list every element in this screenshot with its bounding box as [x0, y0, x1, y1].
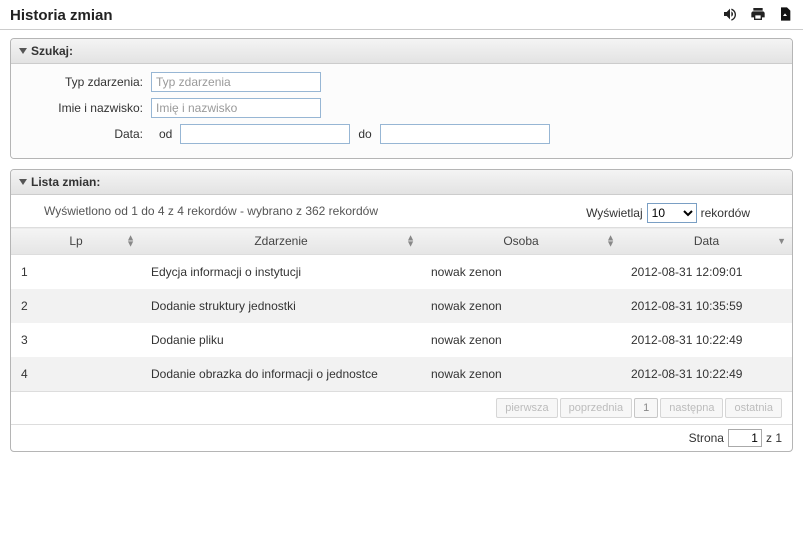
cell-date: 2012-08-31 10:35:59 — [621, 289, 792, 323]
event-type-label: Typ zdarzenia: — [21, 75, 151, 89]
table-row: 3Dodanie plikunowak zenon2012-08-31 10:2… — [11, 323, 792, 357]
date-to-label: do — [350, 127, 379, 141]
collapse-icon — [19, 179, 27, 185]
date-from-input[interactable] — [180, 124, 350, 144]
cell-event: Dodanie struktury jednostki — [141, 289, 421, 323]
cell-lp: 3 — [11, 323, 141, 357]
col-person[interactable]: Osoba ▲▼ — [421, 228, 621, 255]
cell-person: nowak zenon — [421, 323, 621, 357]
list-panel-title: Lista zmian: — [31, 175, 100, 189]
cell-person: nowak zenon — [421, 357, 621, 391]
cell-person: nowak zenon — [421, 289, 621, 323]
search-panel-header[interactable]: Szukaj: — [11, 39, 792, 64]
cell-date: 2012-08-31 10:22:49 — [621, 323, 792, 357]
cell-person: nowak zenon — [421, 255, 621, 290]
pager: pierwsza poprzednia 1 następna ostatnia — [11, 391, 792, 424]
col-date[interactable]: Data ▼ — [621, 228, 792, 255]
page-size-control: Wyświetlaj 10 rekordów — [586, 203, 780, 223]
pager-last[interactable]: ostatnia — [725, 398, 782, 418]
sort-icon: ▲▼ — [606, 235, 615, 248]
print-icon[interactable] — [749, 6, 767, 25]
date-to-input[interactable] — [380, 124, 550, 144]
list-panel-header[interactable]: Lista zmian: — [11, 170, 792, 195]
cell-lp: 2 — [11, 289, 141, 323]
records-info: Wyświetlono od 1 do 4 z 4 rekordów - wyb… — [41, 203, 381, 220]
pager-prev[interactable]: poprzednia — [560, 398, 632, 418]
page-number-input[interactable] — [728, 429, 762, 447]
page-size-select[interactable]: 10 — [647, 203, 697, 223]
page-info-suffix: z 1 — [766, 431, 782, 445]
cell-event: Edycja informacji o instytucji — [141, 255, 421, 290]
cell-lp: 1 — [11, 255, 141, 290]
page-size-prefix: Wyświetlaj — [586, 206, 643, 220]
changes-table: Lp ▲▼ Zdarzenie ▲▼ Osoba ▲▼ Data — [11, 227, 792, 391]
pager-next[interactable]: następna — [660, 398, 723, 418]
col-lp[interactable]: Lp ▲▼ — [11, 228, 141, 255]
pager-first[interactable]: pierwsza — [496, 398, 557, 418]
cell-date: 2012-08-31 12:09:01 — [621, 255, 792, 290]
page-title: Historia zmian — [10, 7, 113, 24]
pdf-icon[interactable] — [777, 6, 793, 25]
header-actions — [721, 6, 793, 25]
event-type-input[interactable] — [151, 72, 321, 92]
date-label: Data: — [21, 127, 151, 141]
page-info: Strona z 1 — [11, 424, 792, 451]
collapse-icon — [19, 48, 27, 54]
name-input[interactable] — [151, 98, 321, 118]
cell-date: 2012-08-31 10:22:49 — [621, 357, 792, 391]
sound-icon[interactable] — [721, 6, 739, 25]
sort-icon: ▲▼ — [126, 235, 135, 248]
table-row: 1Edycja informacji o instytucjinowak zen… — [11, 255, 792, 290]
search-panel: Szukaj: Typ zdarzenia: Imie i nazwisko: … — [10, 38, 793, 159]
pager-current[interactable]: 1 — [634, 398, 658, 418]
table-row: 2Dodanie struktury jednostkinowak zenon2… — [11, 289, 792, 323]
cell-lp: 4 — [11, 357, 141, 391]
sort-icon: ▲▼ — [406, 235, 415, 248]
list-panel: Lista zmian: Wyświetlono od 1 do 4 z 4 r… — [10, 169, 793, 452]
date-from-label: od — [151, 127, 180, 141]
page-header: Historia zmian — [0, 0, 803, 30]
search-panel-title: Szukaj: — [31, 44, 73, 58]
name-label: Imie i nazwisko: — [21, 101, 151, 115]
col-event[interactable]: Zdarzenie ▲▼ — [141, 228, 421, 255]
table-row: 4Dodanie obrazka do informacji o jednost… — [11, 357, 792, 391]
cell-event: Dodanie pliku — [141, 323, 421, 357]
page-size-suffix: rekordów — [701, 206, 750, 220]
sort-desc-icon: ▼ — [777, 236, 786, 246]
page-info-prefix: Strona — [689, 431, 724, 445]
cell-event: Dodanie obrazka do informacji o jednostc… — [141, 357, 421, 391]
